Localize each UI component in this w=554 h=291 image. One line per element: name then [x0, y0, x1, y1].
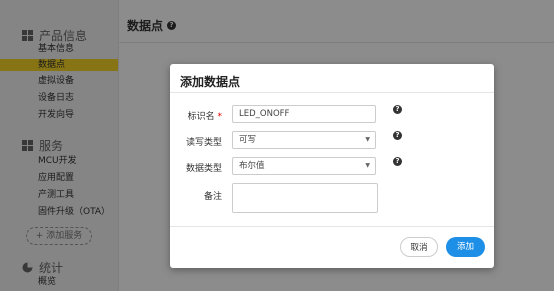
data-type-value: 布尔值 — [239, 161, 265, 171]
identifier-label-text: 标识名 — [187, 112, 215, 122]
remark-label: 备注 — [203, 192, 222, 202]
identifier-input[interactable]: LED_ONOFF — [232, 105, 376, 123]
chevron-down-icon: ▼ — [365, 136, 370, 143]
identifier-help-icon[interactable]: ? — [393, 105, 402, 114]
add-button[interactable]: 添加 — [446, 237, 485, 257]
rw-type-select[interactable]: 可写 ▼ — [232, 131, 376, 149]
data-type-select[interactable]: 布尔值 ▼ — [232, 157, 376, 175]
dialog-title: 添加数据点 — [180, 75, 241, 89]
data-type-label: 数据类型 — [185, 164, 222, 174]
chevron-down-icon: ▼ — [365, 162, 370, 169]
data-type-help-icon[interactable]: ? — [393, 157, 402, 166]
required-mark: * — [217, 112, 223, 122]
rw-type-label: 读写类型 — [185, 138, 222, 148]
rw-type-help-icon[interactable]: ? — [393, 131, 402, 140]
cancel-button[interactable]: 取消 — [400, 237, 438, 257]
rw-type-value: 可写 — [239, 135, 257, 145]
identifier-label: 标识名 * — [174, 109, 222, 122]
add-datapoint-dialog: 添加数据点 标识名 * LED_ONOFF ? 读写类型 可写 ▼ ? 数据类型… — [170, 64, 494, 268]
remark-textarea[interactable] — [232, 183, 378, 213]
dialog-footer-divider — [170, 226, 494, 227]
dialog-header-divider — [170, 92, 494, 93]
